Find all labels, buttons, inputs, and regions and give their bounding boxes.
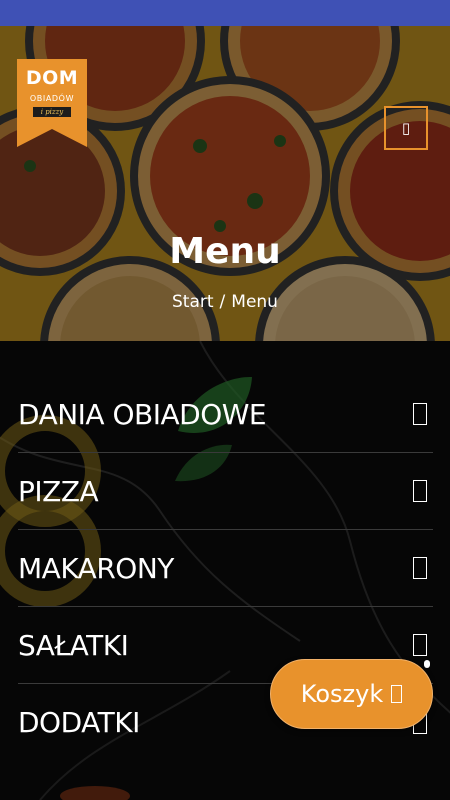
breadcrumb-current: Menu	[231, 292, 278, 312]
category-item-dania-obiadowe[interactable]: DANIA OBIADOWE	[18, 376, 433, 453]
hamburger-menu-icon: ▯	[401, 119, 411, 137]
page-title: Menu	[169, 231, 281, 272]
scrollbar-thumb[interactable]	[424, 660, 430, 668]
breadcrumb-home-link[interactable]: Start	[172, 292, 214, 312]
category-menu-area: DANIA OBIADOWE PIZZA MAKARONY SAŁATKI DO…	[0, 341, 450, 800]
logo-subtitle: OBIADÓW	[29, 94, 75, 103]
logo[interactable]: DOM OBIADÓW i pizzy	[17, 59, 87, 147]
chevron-right-icon	[413, 634, 427, 656]
cart-button[interactable]: Koszyk	[270, 659, 433, 729]
category-item-pizza[interactable]: PIZZA	[18, 453, 433, 530]
category-label: DANIA OBIADOWE	[18, 397, 267, 431]
logo-ribbon: i pizzy	[33, 107, 71, 117]
chevron-right-icon	[413, 403, 427, 425]
category-label: PIZZA	[18, 474, 99, 508]
cart-icon	[391, 685, 403, 703]
menu-toggle-button[interactable]: ▯	[384, 106, 428, 150]
category-label: MAKARONY	[18, 551, 174, 585]
breadcrumb-separator: /	[219, 292, 226, 312]
category-item-makarony[interactable]: MAKARONY	[18, 530, 433, 607]
hero-banner: DOM OBIADÓW i pizzy ▯ Menu Start / Menu	[0, 26, 450, 341]
cart-label: Koszyk	[300, 680, 384, 708]
status-bar	[0, 0, 450, 26]
category-label: SAŁATKI	[18, 628, 129, 662]
logo-name: DOM	[25, 67, 79, 89]
category-label: DODATKI	[18, 706, 140, 739]
chevron-right-icon	[413, 480, 427, 502]
breadcrumb: Start / Menu	[0, 292, 450, 312]
chevron-right-icon	[413, 557, 427, 579]
